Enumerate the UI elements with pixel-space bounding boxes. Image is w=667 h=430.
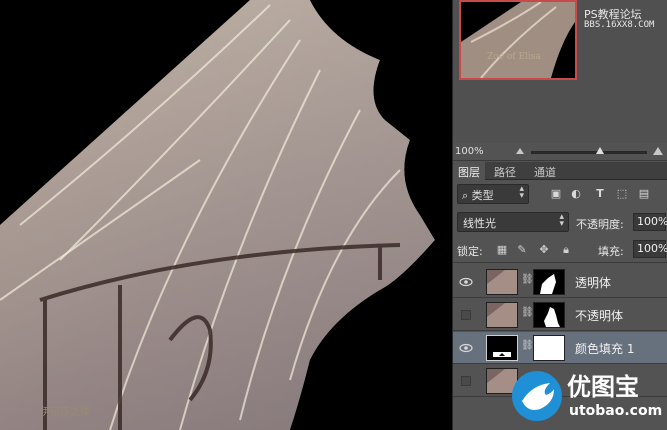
bird-icon <box>522 383 554 410</box>
tab-layers[interactable]: 图层 <box>453 162 485 180</box>
fill-label: 填充: <box>598 245 624 258</box>
zoom-row: 100% <box>453 143 667 161</box>
lock-label: 锁定: <box>457 245 483 258</box>
watermark-url: utobao.com <box>569 403 663 419</box>
layer-kind-filter[interactable]: ⌕ 类型 ▴ ▾ <box>457 184 529 204</box>
watermark-logo <box>512 371 562 421</box>
adjustment-icon[interactable]: ◐ <box>569 187 583 201</box>
panel-tabs: 图层 路径 通道 <box>453 162 667 180</box>
zoom-in-icon[interactable] <box>653 147 663 155</box>
layer-row[interactable]: ⛓ 不透明体 <box>453 299 667 331</box>
veil-artwork <box>0 0 452 430</box>
link-icon[interactable]: ⛓ <box>521 340 534 354</box>
layer-mask-thumbnail[interactable] <box>533 335 565 361</box>
navigator-panel: Zoe of Elisa PS教程论坛 BBS.16XX8.COM <box>453 0 667 143</box>
layer-name[interactable]: 不透明体 <box>575 307 623 324</box>
lock-transparent-icon[interactable]: ▦ <box>495 243 509 257</box>
watermark-title: 优图宝 <box>567 373 639 401</box>
layer-kind-label: 类型 <box>471 189 494 202</box>
image-icon[interactable]: ▣ <box>549 187 563 201</box>
zoom-slider-handle[interactable] <box>596 147 605 154</box>
site-watermark: 优图宝 utobao.com <box>512 365 662 427</box>
visibility-toggle[interactable] <box>461 310 471 320</box>
layer-row[interactable]: ⛓ 颜色填充 1 <box>453 332 667 364</box>
zoom-value[interactable]: 100% <box>455 146 484 157</box>
smart-object-icon[interactable]: ▤ <box>637 187 651 201</box>
link-icon[interactable]: ⛓ <box>521 274 534 288</box>
shape-icon[interactable]: ⬚ <box>615 187 629 201</box>
navigator-thumbnail[interactable]: Zoe of Elisa <box>459 0 577 80</box>
tab-channels[interactable]: 通道 <box>529 162 561 180</box>
canvas-caption-text: 伊丽莎之楼 <box>40 407 90 418</box>
lock-all-icon[interactable]: 🔒︎ <box>559 243 573 257</box>
layer-thumbnail-image <box>487 270 517 294</box>
lock-pixels-icon[interactable]: ✎ <box>515 243 529 257</box>
navigator-thumbnail-text: Zoe of Elisa <box>487 52 541 62</box>
eye-icon[interactable] <box>459 341 473 355</box>
layer-name[interactable]: 颜色填充 1 <box>575 340 634 357</box>
chevron-updown-icon: ▴ ▾ <box>519 184 524 201</box>
type-icon[interactable]: T <box>593 187 607 201</box>
blend-mode-value: 线性光 <box>463 217 496 230</box>
layer-filter-row: ⌕ 类型 ▴ ▾ ▣ ◐ T ⬚ ▤ <box>453 181 667 207</box>
opacity-label: 不透明度: <box>576 218 624 231</box>
layer-thumbnail[interactable] <box>486 269 518 295</box>
document-canvas[interactable]: 伊丽莎之楼 <box>0 0 452 430</box>
layer-mask-thumbnail[interactable] <box>533 269 565 295</box>
lock-row: 锁定: ▦ ✎ ✥ 🔒︎ 填充: 100% <box>453 237 667 263</box>
layer-name[interactable]: 透明体 <box>575 274 611 291</box>
visibility-toggle[interactable] <box>461 376 471 386</box>
blend-mode-select[interactable]: 线性光 ▴ ▾ <box>457 212 569 232</box>
search-icon: ⌕ <box>462 189 469 202</box>
layer-mask-thumbnail[interactable] <box>533 302 565 328</box>
layer-mask-image <box>544 307 560 327</box>
zoom-slider[interactable] <box>531 147 647 154</box>
layer-thumbnail[interactable] <box>486 302 518 328</box>
blend-row: 线性光 ▴ ▾ 不透明度: 100% <box>453 209 667 235</box>
layer-mask-image <box>540 274 556 294</box>
tab-paths[interactable]: 路径 <box>489 162 521 180</box>
layer-thumbnail-image <box>487 303 517 327</box>
layer-row[interactable]: ⛓ 透明体 <box>453 266 667 298</box>
zoom-out-icon[interactable] <box>516 148 524 154</box>
chevron-updown-icon: ▴ ▾ <box>559 212 564 229</box>
fill-layer-icon <box>493 352 511 357</box>
link-icon[interactable]: ⛓ <box>521 307 534 321</box>
fill-field[interactable]: 100% <box>633 240 667 258</box>
navigator-thumbnail-image <box>461 2 575 78</box>
lock-position-icon[interactable]: ✥ <box>537 243 551 257</box>
eye-icon[interactable] <box>459 275 473 289</box>
opacity-field[interactable]: 100% <box>633 213 667 231</box>
watermark-forum-url: BBS.16XX8.COM <box>584 20 655 30</box>
layer-thumbnail[interactable] <box>486 335 518 361</box>
